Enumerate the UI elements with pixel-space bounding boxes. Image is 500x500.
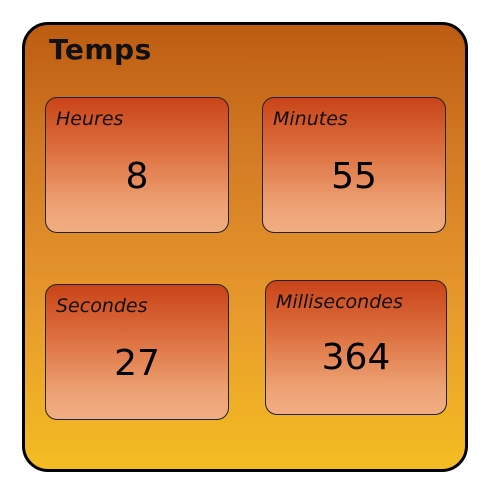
milliseconds-value: 364 [321, 337, 391, 378]
milliseconds-label: Millisecondes [276, 291, 403, 313]
seconds-value: 27 [114, 343, 160, 384]
panel-title: Temps [49, 33, 152, 66]
hours-card: Heures 8 [45, 97, 229, 233]
time-panel: Temps Heures 8 Minutes 55 Secondes 27 Mi… [22, 22, 468, 472]
seconds-card: Secondes 27 [45, 284, 229, 420]
hours-label: Heures [56, 108, 124, 130]
minutes-value: 55 [331, 156, 377, 197]
hours-value: 8 [125, 156, 149, 197]
minutes-card: Minutes 55 [262, 97, 446, 233]
minutes-label: Minutes [273, 108, 348, 130]
seconds-label: Secondes [56, 295, 148, 317]
milliseconds-card: Millisecondes 364 [265, 280, 447, 415]
